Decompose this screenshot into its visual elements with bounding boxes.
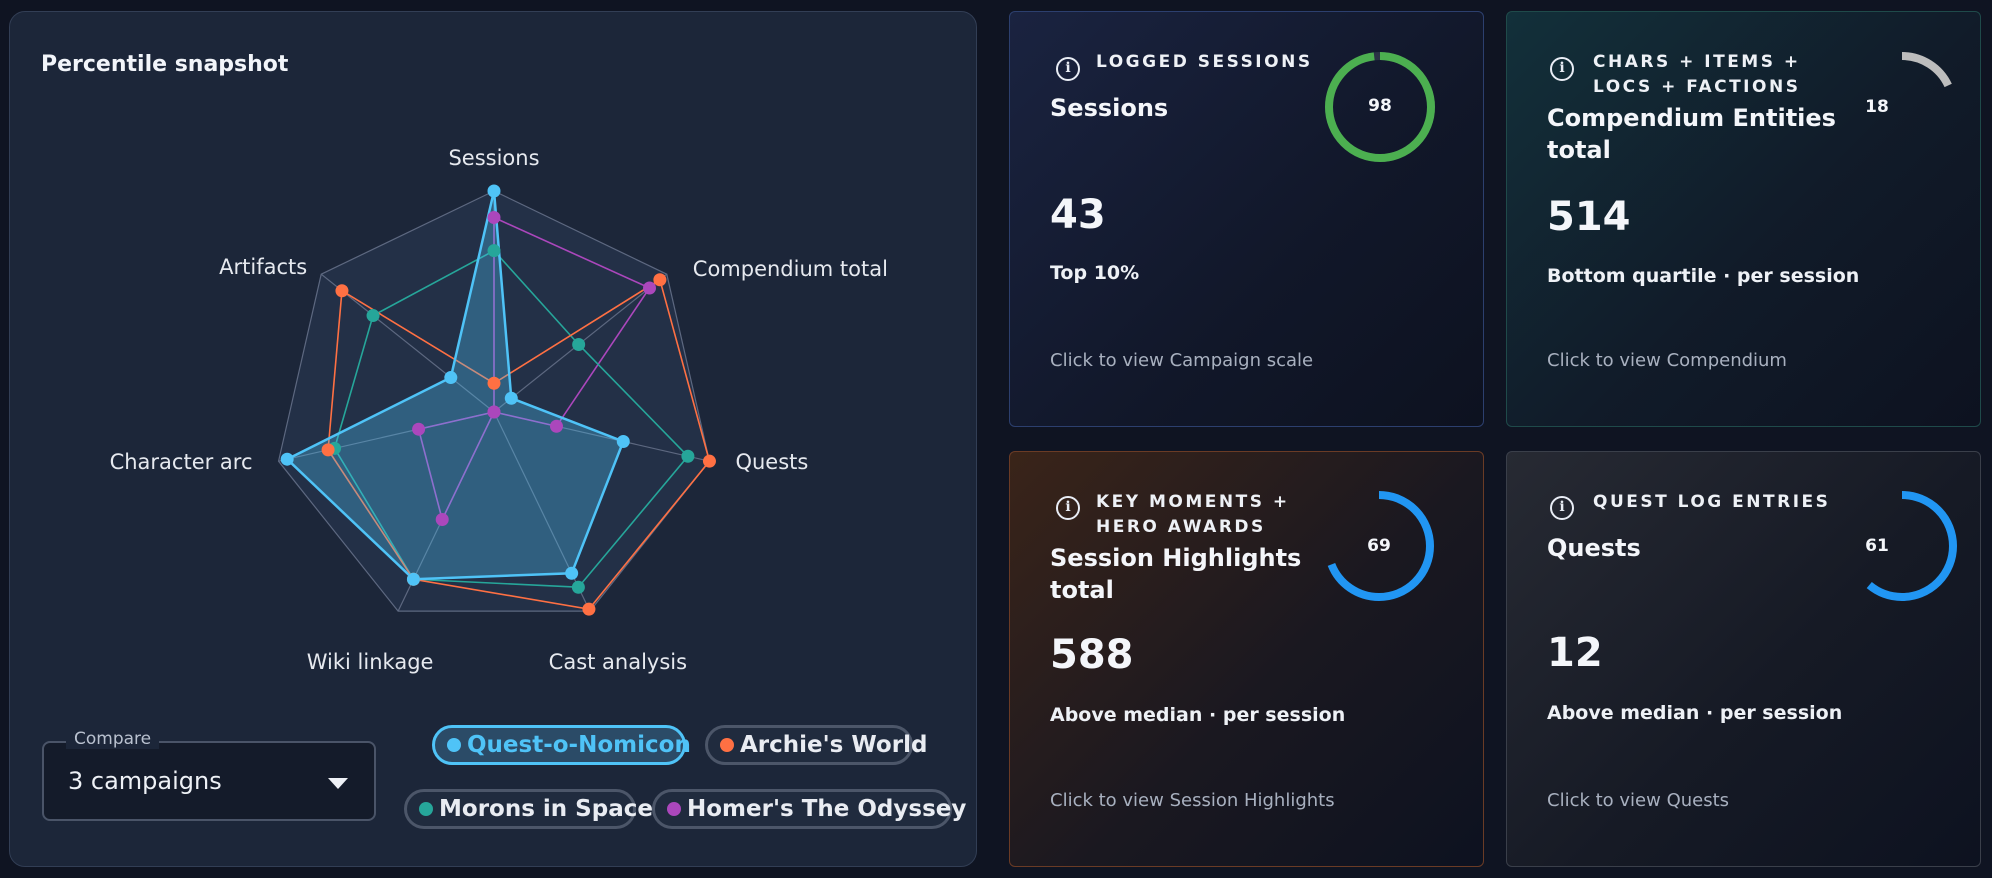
card-link[interactable]: Click to view Campaign scale [1050, 350, 1313, 371]
legend-chip-archies-world[interactable]: Archie's World [705, 725, 927, 765]
chip-label: Homer's The Odyssey [687, 796, 967, 822]
card-title: Quests [1547, 534, 1641, 562]
card-eyebrow: KEY MOMENTS + HERO AWARDS [1096, 492, 1290, 537]
series-dot [447, 738, 461, 752]
radar-point [582, 602, 596, 616]
radar-point [487, 184, 501, 198]
card-title: Session Highlights total [1050, 544, 1302, 604]
radar-point [565, 566, 579, 580]
radar-point [487, 244, 501, 258]
radar-axis-label: Compendium total [693, 257, 888, 281]
stat-card-quests[interactable]: i QUEST LOG ENTRIES Quests 61 12 Above m… [1506, 451, 1981, 867]
radar-axis-label: Sessions [448, 146, 539, 170]
stat-card-sessions[interactable]: i LOGGED SESSIONS Sessions 98 43 Top 10%… [1009, 11, 1484, 427]
radar-axis-label: Wiki linkage [307, 650, 434, 674]
chip-label: Archie's World [740, 732, 928, 758]
percentile-panel: Percentile snapshot Sessions Compendium t… [9, 11, 977, 867]
radar-point [487, 376, 501, 390]
radar-point [702, 454, 716, 468]
compare-select[interactable]: Compare 3 campaigns [42, 729, 376, 821]
card-eyebrow: LOGGED SESSIONS [1096, 52, 1313, 72]
radar-axis-label: Cast analysis [549, 650, 687, 674]
card-eyebrow: CHARS + ITEMS + LOCS + FACTIONS [1593, 52, 1801, 97]
stat-card-session-highlights[interactable]: i KEY MOMENTS + HERO AWARDS Session High… [1009, 451, 1484, 867]
radar-point [571, 580, 585, 594]
info-icon[interactable]: i [1056, 496, 1080, 520]
stat-card-compendium[interactable]: i CHARS + ITEMS + LOCS + FACTIONS Compen… [1506, 11, 1981, 427]
radar-point [444, 371, 458, 385]
percentile-number: 69 [1367, 536, 1391, 556]
card-value: 514 [1547, 194, 1631, 240]
legend-chip-quest-o-nomicon[interactable]: Quest-o-Nomicon [432, 725, 691, 765]
compare-label: Compare [66, 729, 160, 749]
radar-point [487, 211, 501, 225]
radar-axis-label: Quests [735, 450, 808, 474]
card-desc: Above median · per session [1547, 702, 1843, 724]
percentile-number: 18 [1865, 97, 1889, 117]
radar-point [412, 422, 426, 436]
radar-point [504, 391, 518, 405]
radar-axis-label: Character arc [110, 450, 253, 474]
radar-point [366, 309, 380, 323]
radar-point [643, 281, 657, 295]
radar-point [616, 435, 630, 449]
radar-axis-label: Artifacts [219, 255, 307, 279]
card-eyebrow: QUEST LOG ENTRIES [1593, 492, 1831, 512]
radar-point [321, 443, 335, 457]
card-value: 43 [1050, 192, 1106, 238]
radar-point [435, 513, 449, 527]
card-title: Compendium Entities total [1547, 104, 1836, 164]
radar-point [280, 452, 294, 466]
card-desc: Above median · per session [1050, 704, 1346, 726]
card-link[interactable]: Click to view Quests [1547, 790, 1729, 811]
legend-chip-homers-the-odyssey[interactable]: Homer's The Odyssey [652, 789, 966, 829]
radar-point [681, 449, 695, 463]
chevron-down-icon [328, 778, 348, 789]
card-value: 12 [1547, 630, 1603, 676]
legend-chip-morons-in-space[interactable]: Morons in Space [404, 789, 653, 829]
card-title: Sessions [1050, 94, 1169, 122]
info-icon[interactable]: i [1056, 57, 1080, 81]
chip-label: Quest-o-Nomicon [467, 732, 691, 758]
info-icon[interactable]: i [1550, 496, 1574, 520]
percentile-number: 98 [1368, 96, 1392, 116]
radar-point [653, 273, 667, 287]
card-desc: Top 10% [1050, 262, 1140, 284]
radar-chart: Sessions Compendium total Quests Cast analy… [110, 146, 888, 674]
chip-label: Morons in Space [439, 796, 653, 822]
compare-value: 3 campaigns [68, 767, 222, 795]
card-link[interactable]: Click to view Session Highlights [1050, 790, 1335, 811]
info-icon[interactable]: i [1550, 57, 1574, 81]
series-dot [720, 738, 734, 752]
card-value: 588 [1050, 632, 1134, 678]
radar-point [487, 405, 501, 419]
radar-point [572, 337, 586, 351]
radar-point [549, 419, 563, 433]
card-desc: Bottom quartile · per session [1547, 265, 1860, 287]
radar-point [335, 284, 349, 298]
radar-point [406, 572, 420, 586]
series-dot [667, 802, 681, 816]
percentile-number: 61 [1865, 536, 1889, 556]
series-dot [419, 802, 433, 816]
card-link[interactable]: Click to view Compendium [1547, 350, 1787, 371]
